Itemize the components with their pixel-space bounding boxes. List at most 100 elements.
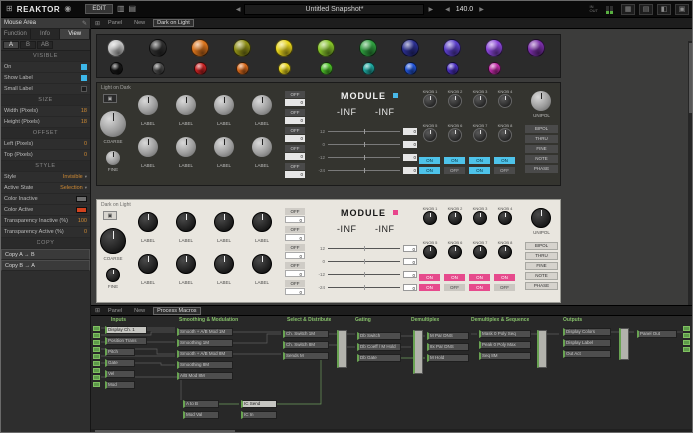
breadcrumb-item[interactable]: Dark on Light: [153, 19, 194, 27]
tempo-up-icon[interactable]: ▶: [479, 6, 484, 13]
labeled-knob[interactable]: LABEL: [207, 95, 241, 126]
mode-button[interactable]: BIPOL: [525, 125, 558, 133]
structure-node[interactable]: [93, 361, 100, 366]
slider-row[interactable]: 12 0: [311, 242, 417, 255]
color-knob[interactable]: [443, 39, 461, 57]
breadcrumb-item[interactable]: Panel: [104, 307, 126, 315]
prev-snapshot-icon[interactable]: ◀: [236, 6, 241, 13]
value-box[interactable]: 0: [285, 153, 305, 160]
structure-node[interactable]: Gate: [105, 359, 135, 367]
sidebar-row[interactable]: Width (Pixels) 18 ▾: [1, 106, 90, 117]
structure-node[interactable]: [93, 326, 100, 331]
slider-row[interactable]: -24 0: [311, 164, 417, 177]
fine-knob[interactable]: [106, 151, 120, 165]
structure-node[interactable]: Gating: [355, 317, 371, 324]
sidebar-row[interactable]: On ▾: [1, 62, 90, 73]
slider[interactable]: [328, 272, 400, 277]
structure-node[interactable]: Display Ch. 1: [105, 326, 147, 334]
sidebar-row[interactable]: Small Label ▾: [1, 84, 90, 95]
properties-tab[interactable]: Function: [1, 29, 31, 39]
color-knob-small[interactable]: [278, 62, 291, 75]
edit-icon[interactable]: ✎: [82, 20, 87, 27]
color-knob-small[interactable]: [110, 62, 123, 75]
structure-node[interactable]: Outputs: [563, 317, 582, 324]
mode-button[interactable]: FINE: [525, 145, 558, 153]
structure-node[interactable]: Seq 8M: [479, 352, 531, 360]
toggle-button[interactable]: ON: [469, 167, 490, 174]
structure-node[interactable]: Ch. Switch 8M: [283, 341, 329, 349]
knob[interactable]: [214, 95, 234, 115]
color-knob-small[interactable]: [152, 62, 165, 75]
sidebar-row[interactable]: Copy B → A ▾: [1, 260, 90, 271]
structure-node[interactable]: Smoothing 1M: [177, 339, 233, 347]
structure-node[interactable]: M Hold: [427, 354, 469, 362]
ab-button[interactable]: A: [3, 41, 19, 49]
labeled-knob[interactable]: LABEL: [245, 137, 279, 168]
structure-node[interactable]: Position Trans: [105, 337, 147, 345]
structure-node[interactable]: [683, 333, 690, 338]
slider[interactable]: [328, 129, 400, 134]
slider-value-box[interactable]: 0: [403, 141, 417, 148]
breadcrumb-item[interactable]: Panel: [104, 19, 126, 27]
toggle-button[interactable]: ON: [419, 157, 440, 164]
color-knob[interactable]: [401, 39, 419, 57]
slider[interactable]: [328, 285, 400, 290]
tempo-down-icon[interactable]: ◀: [445, 6, 450, 13]
properties-tab[interactable]: View: [60, 29, 91, 39]
value-box[interactable]: 0: [285, 216, 305, 223]
color-knob-small[interactable]: [362, 62, 375, 75]
fine-knob[interactable]: [106, 268, 120, 282]
structure-node[interactable]: Db Gate: [357, 354, 401, 362]
mode-button[interactable]: BIPOL: [525, 242, 558, 250]
breadcrumb-item[interactable]: New: [130, 307, 149, 315]
slider-value-box[interactable]: 0: [403, 128, 417, 135]
structure-node[interactable]: Db Coeff / M Hold: [357, 343, 401, 351]
mode-button[interactable]: PHASE: [525, 165, 558, 173]
slider-row[interactable]: -12 0: [311, 268, 417, 281]
toggle-button[interactable]: ON: [419, 274, 440, 281]
sidebar-row[interactable]: COPY ▾: [1, 238, 90, 249]
sidebar-row[interactable]: Height (Pixels) 18 ▾: [1, 117, 90, 128]
slider-value-box[interactable]: 0: [403, 258, 417, 265]
labeled-knob[interactable]: LABEL: [245, 95, 279, 126]
value-box[interactable]: 0: [285, 135, 305, 142]
unipol-knob[interactable]: [531, 208, 551, 228]
edit-button[interactable]: EDIT: [85, 4, 113, 14]
structure-node[interactable]: Display Label: [563, 339, 611, 347]
structure-node[interactable]: A/B Mod 8M: [177, 372, 233, 380]
sidebar-row[interactable]: Active State Selection ▾: [1, 183, 90, 194]
slider-value-box[interactable]: 0: [403, 245, 417, 252]
structure-node[interactable]: Mask 0 Poly Seq: [479, 330, 531, 338]
labeled-knob[interactable]: LABEL: [245, 212, 279, 243]
color-knob-small[interactable]: [488, 62, 501, 75]
structure-node[interactable]: [93, 333, 100, 338]
color-knob[interactable]: [107, 39, 125, 57]
value-box[interactable]: 0: [285, 117, 305, 124]
breadcrumb-item[interactable]: New: [130, 19, 149, 27]
labeled-knob[interactable]: LABEL: [131, 212, 165, 243]
toggle-button[interactable]: ON: [419, 167, 440, 174]
structure-node[interactable]: IC Send: [241, 400, 277, 408]
knob[interactable]: [176, 254, 196, 274]
slider-row[interactable]: -24 0: [311, 281, 417, 294]
slider-row[interactable]: 0 0: [311, 138, 417, 151]
panel-view-icon[interactable]: ▥: [117, 5, 125, 13]
toggle-button[interactable]: ON: [469, 284, 490, 291]
mouse-area-button[interactable]: ▣: [103, 94, 117, 103]
value-box[interactable]: 0: [285, 252, 305, 259]
structure-node[interactable]: [337, 330, 347, 368]
snapshot-field[interactable]: Untitled Snapshot*: [244, 3, 425, 15]
color-knob-small[interactable]: [320, 62, 333, 75]
color-knob-small[interactable]: [236, 62, 249, 75]
toggle-button[interactable]: OFF: [494, 167, 515, 174]
off-button[interactable]: OFF: [285, 109, 305, 116]
slider-value-box[interactable]: 0: [403, 284, 417, 291]
slider[interactable]: [328, 155, 400, 160]
structure-node[interactable]: [619, 328, 629, 360]
sidebar-row[interactable]: VISIBLE ▾: [1, 51, 90, 62]
slider-value-box[interactable]: 0: [403, 154, 417, 161]
color-knob-small[interactable]: [194, 62, 207, 75]
structure-node[interactable]: [683, 326, 690, 331]
labeled-knob[interactable]: LABEL: [131, 95, 165, 126]
toggle-button[interactable]: ON: [469, 274, 490, 281]
